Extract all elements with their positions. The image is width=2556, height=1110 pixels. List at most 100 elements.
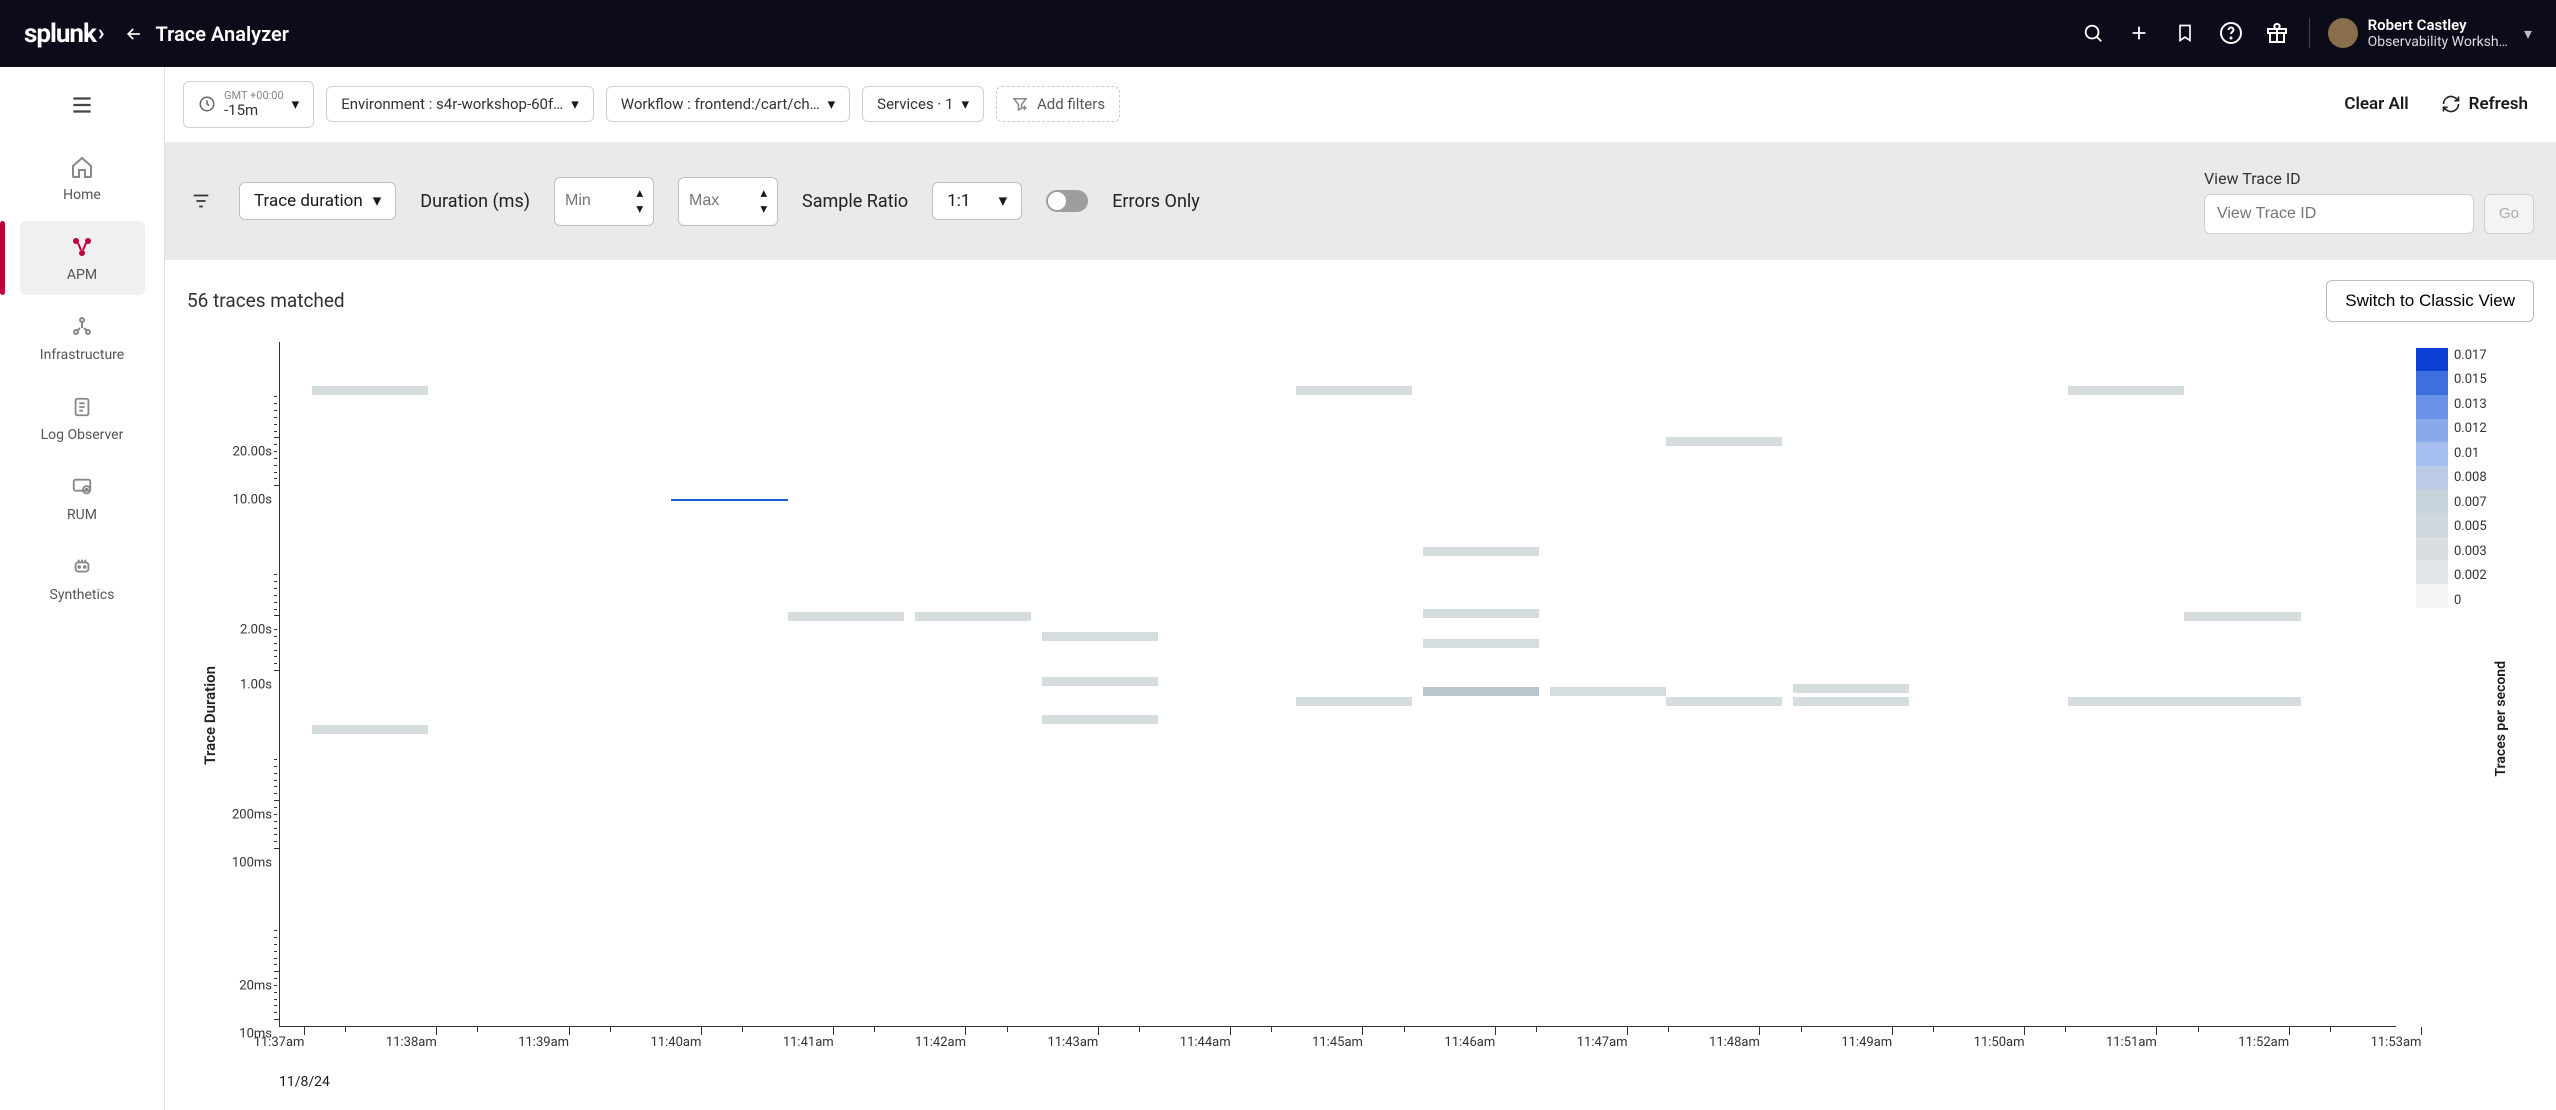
errors-only-label: Errors Only bbox=[1112, 191, 1200, 212]
go-button[interactable]: Go bbox=[2484, 194, 2534, 234]
user-name: Robert Castley bbox=[2368, 16, 2508, 34]
x-tick-label: 11:39am bbox=[518, 1035, 569, 1050]
legend: 0.0170.0150.0130.0120.010.0080.0070.0050… bbox=[2416, 342, 2526, 1090]
x-tick-label: 11:38am bbox=[386, 1035, 437, 1050]
filters-icon[interactable] bbox=[187, 187, 215, 215]
heatmap-cell[interactable] bbox=[1042, 632, 1158, 641]
funnel-plus-icon bbox=[1011, 95, 1029, 113]
heatmap-cell[interactable] bbox=[915, 612, 1031, 621]
trace-id-wrap: View Trace ID Go bbox=[2204, 169, 2534, 234]
heatmap-cell[interactable] bbox=[2068, 697, 2184, 706]
heatmap-cell[interactable] bbox=[1042, 715, 1158, 724]
heatmap-cell[interactable] bbox=[1423, 639, 1539, 648]
chart-area: Trace Duration 20.00s10.00s2.00s1.00s200… bbox=[195, 342, 2396, 1090]
y-tick-label: 1.00s bbox=[212, 678, 272, 693]
sidebar-item-synthetics[interactable]: Synthetics bbox=[20, 541, 145, 615]
heatmap-cell[interactable] bbox=[671, 499, 787, 501]
sidebar-item-label: APM bbox=[67, 267, 97, 283]
legend-tick: 0.008 bbox=[2454, 470, 2487, 485]
heatmap-cell[interactable] bbox=[2184, 697, 2300, 706]
heatmap-cell[interactable] bbox=[1296, 386, 1412, 395]
spinner[interactable]: ▴▾ bbox=[760, 186, 767, 217]
services-filter[interactable]: Services · 1 ▾ bbox=[862, 86, 984, 122]
chevron-down-icon: ▾ bbox=[828, 95, 836, 113]
services-label: Services · 1 bbox=[877, 95, 953, 113]
errors-only-toggle[interactable] bbox=[1046, 190, 1088, 212]
refresh-label: Refresh bbox=[2469, 94, 2528, 114]
view-trace-id-input[interactable] bbox=[2204, 194, 2474, 234]
x-tick-label: 11:47am bbox=[1577, 1035, 1628, 1050]
duration-min-input[interactable]: ▴▾ bbox=[554, 177, 654, 226]
controls-band: Trace duration ▾ Duration (ms) ▴▾ ▴▾ Sam… bbox=[165, 143, 2556, 260]
sample-ratio-dropdown[interactable]: 1:1 ▾ bbox=[932, 182, 1022, 220]
user-menu[interactable]: Robert Castley Observability Worksh… ▾ bbox=[2328, 16, 2532, 51]
sidebar-item-label: Infrastructure bbox=[40, 347, 124, 363]
sidebar-item-apm[interactable]: APM bbox=[20, 221, 145, 295]
gift-icon[interactable] bbox=[2263, 19, 2291, 47]
duration-max-input[interactable]: ▴▾ bbox=[678, 177, 778, 226]
sidebar-item-infrastructure[interactable]: Infrastructure bbox=[20, 301, 145, 375]
time-range-picker[interactable]: GMT +00:00 -15m ▾ bbox=[183, 81, 314, 128]
trace-duration-dropdown[interactable]: Trace duration ▾ bbox=[239, 182, 396, 220]
sidebar-item-home[interactable]: Home bbox=[20, 141, 145, 215]
plot-col: 20.00s10.00s2.00s1.00s200ms100ms20ms10ms… bbox=[219, 342, 2396, 1090]
heatmap-cell[interactable] bbox=[312, 386, 428, 395]
add-filters-label: Add filters bbox=[1037, 95, 1105, 113]
x-tick-label: 11:53am bbox=[2371, 1035, 2422, 1050]
x-tick-label: 11:49am bbox=[1841, 1035, 1892, 1050]
switch-view-button[interactable]: Switch to Classic View bbox=[2326, 280, 2534, 322]
back-button[interactable] bbox=[124, 24, 144, 44]
legend-tick: 0.017 bbox=[2454, 348, 2487, 363]
heatmap-cell[interactable] bbox=[1550, 687, 1666, 696]
x-tick-label: 11:51am bbox=[2106, 1035, 2157, 1050]
spinner[interactable]: ▴▾ bbox=[636, 186, 643, 217]
add-icon[interactable] bbox=[2125, 19, 2153, 47]
heatmap-cell[interactable] bbox=[1042, 677, 1158, 686]
refresh-button[interactable]: Refresh bbox=[2431, 90, 2538, 118]
min-field[interactable] bbox=[565, 192, 615, 210]
user-text: Robert Castley Observability Worksh… bbox=[2368, 16, 2508, 51]
heatmap-cell[interactable] bbox=[2068, 386, 2184, 395]
search-icon[interactable] bbox=[2079, 19, 2107, 47]
heatmap-cell[interactable] bbox=[1666, 697, 1782, 706]
x-tick-label: 11:37am bbox=[254, 1035, 305, 1050]
heatmap-cell[interactable] bbox=[1423, 609, 1539, 618]
workflow-label: Workflow : frontend:/cart/ch… bbox=[621, 95, 820, 113]
clear-all-button[interactable]: Clear All bbox=[2334, 90, 2418, 118]
heatmap-cell[interactable] bbox=[1296, 697, 1412, 706]
apm-icon bbox=[68, 233, 96, 261]
heatmap-cell[interactable] bbox=[1423, 547, 1539, 556]
sidebar-item-log-observer[interactable]: Log Observer bbox=[20, 381, 145, 455]
sidebar-item-label: Log Observer bbox=[41, 427, 124, 443]
heatmap-cell[interactable] bbox=[1423, 687, 1539, 696]
x-tick-label: 11:44am bbox=[1180, 1035, 1231, 1050]
x-tick-label: 11:48am bbox=[1709, 1035, 1760, 1050]
heatmap-cell[interactable] bbox=[312, 725, 428, 734]
x-axis-date: 11/8/24 bbox=[279, 1074, 2396, 1090]
heatmap-cell[interactable] bbox=[2184, 612, 2300, 621]
help-icon[interactable] bbox=[2217, 19, 2245, 47]
hamburger-icon[interactable] bbox=[62, 85, 102, 125]
heatmap-cell[interactable] bbox=[1666, 437, 1782, 446]
heatmap-cell[interactable] bbox=[1793, 697, 1909, 706]
legend-tick: 0 bbox=[2454, 593, 2487, 608]
environment-filter[interactable]: Environment : s4r-workshop-60f… ▾ bbox=[326, 86, 594, 122]
splunk-logo: splunk› bbox=[24, 19, 104, 49]
workflow-filter[interactable]: Workflow : frontend:/cart/ch… ▾ bbox=[606, 86, 850, 122]
legend-tick: 0.012 bbox=[2454, 421, 2487, 436]
heatmap-cell[interactable] bbox=[1793, 684, 1909, 693]
sidebar-item-label: Synthetics bbox=[50, 587, 115, 603]
sample-ratio-value: 1:1 bbox=[947, 191, 970, 211]
refresh-icon bbox=[2441, 94, 2461, 114]
add-filters-button[interactable]: Add filters bbox=[996, 86, 1120, 122]
sidebar-item-rum[interactable]: RUM bbox=[20, 461, 145, 535]
legend-tick: 0.015 bbox=[2454, 372, 2487, 387]
logo-arrow-icon: › bbox=[98, 21, 104, 46]
trace-heatmap[interactable]: 20.00s10.00s2.00s1.00s200ms100ms20ms10ms bbox=[279, 342, 2396, 1026]
legend-gradient bbox=[2416, 348, 2448, 608]
legend-tick: 0.01 bbox=[2454, 446, 2487, 461]
heatmap-cell[interactable] bbox=[788, 612, 904, 621]
bookmark-icon[interactable] bbox=[2171, 19, 2199, 47]
duration-label: Duration (ms) bbox=[420, 191, 530, 212]
max-field[interactable] bbox=[689, 192, 739, 210]
